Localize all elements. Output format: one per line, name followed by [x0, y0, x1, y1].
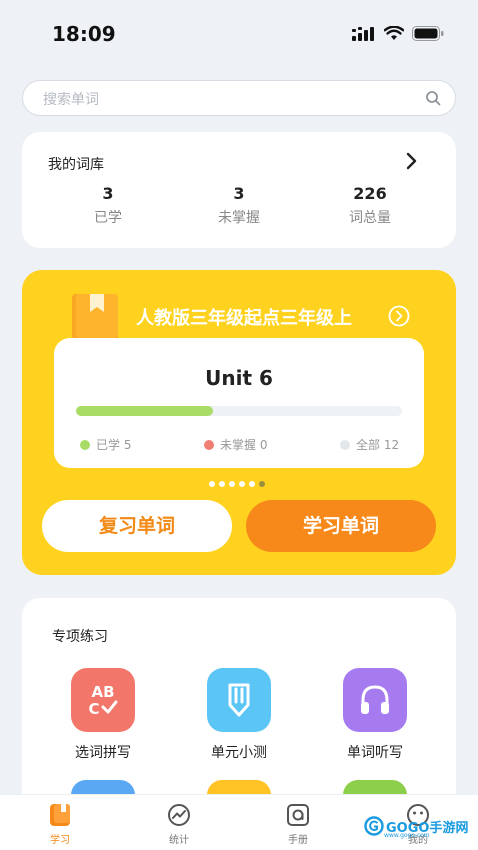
current-book-card: 人教版三年级起点三年级上 Unit 6 已学 5 未掌握 0 全部 12 复习单… — [22, 270, 456, 575]
watermark-subtext: www.gogo.com — [384, 832, 430, 839]
book-title[interactable]: 人教版三年级起点三年级上 — [136, 304, 352, 330]
chart-icon — [168, 804, 190, 826]
tab-stats[interactable]: 统计 — [149, 801, 209, 846]
legend-total: 全部 12 — [340, 436, 399, 453]
legend-learned: 已学 5 — [80, 436, 131, 453]
feature-dictation-label: 单词听写 — [347, 745, 403, 761]
feature-spelling[interactable]: AB C 选词拼写 — [48, 668, 158, 762]
library-title: 我的词库 — [48, 157, 104, 173]
book-icon — [50, 804, 70, 826]
watermark-icon — [364, 816, 384, 836]
learned-dot-icon — [80, 439, 90, 450]
review-words-button[interactable]: 复习单词 — [42, 500, 232, 552]
legend-unmastered-label: 未掌握 0 — [220, 438, 268, 452]
unit-progress-fill — [76, 406, 213, 416]
wifi-icon — [384, 26, 404, 40]
feature-unit-test-label: 单元小测 — [211, 745, 267, 761]
stat-learned-label: 已学 — [94, 210, 122, 226]
learn-words-button[interactable]: 学习单词 — [246, 500, 436, 552]
pager-dot[interactable] — [259, 481, 265, 487]
chevron-circle-right-icon[interactable] — [388, 305, 410, 327]
stat-learned-value: 3 — [102, 184, 114, 203]
tab-handbook-label: 手册 — [288, 835, 308, 846]
status-bar: 18:09 — [0, 0, 478, 70]
stat-unmastered-value: 3 — [233, 184, 245, 203]
stat-unmastered-label: 未掌握 — [218, 210, 260, 226]
pencil-icon[interactable] — [207, 668, 271, 732]
svg-text:C: C — [88, 700, 99, 718]
svg-text:AB: AB — [91, 683, 114, 701]
stat-total: 226 词总量 — [320, 184, 420, 227]
unmastered-dot-icon — [204, 439, 214, 450]
status-time: 18:09 — [52, 22, 116, 46]
chevron-right-icon[interactable] — [406, 152, 418, 170]
watermark-logo: GOGO手游网 www.gogo.com — [364, 816, 468, 839]
pager-dot[interactable] — [209, 481, 215, 487]
legend-learned-label: 已学 5 — [96, 438, 132, 452]
stat-unmastered: 3 未掌握 — [189, 184, 289, 227]
stat-total-value: 226 — [353, 184, 387, 203]
abc-check-icon[interactable]: AB C — [71, 668, 135, 732]
search-bar[interactable]: 搜索单词 — [22, 80, 456, 116]
unit-card[interactable]: Unit 6 已学 5 未掌握 0 全部 12 — [54, 338, 424, 468]
tab-handbook[interactable]: 手册 — [268, 801, 328, 846]
word-library-card[interactable]: 我的词库 3 已学 3 未掌握 226 词总量 — [22, 132, 456, 248]
book-cover-icon — [72, 294, 118, 342]
unit-progress-bar — [76, 406, 402, 416]
legend-unmastered: 未掌握 0 — [204, 436, 267, 453]
pager-dot[interactable] — [219, 481, 225, 487]
tab-study-label: 学习 — [50, 835, 70, 846]
tab-study[interactable]: 学习 — [30, 801, 90, 846]
signal-icon — [352, 26, 374, 41]
search-icon[interactable] — [425, 90, 441, 106]
handbook-icon — [287, 804, 309, 826]
tab-stats-label: 统计 — [169, 835, 189, 846]
pager-dot[interactable] — [249, 481, 255, 487]
stat-total-label: 词总量 — [349, 210, 391, 226]
practice-title: 专项练习 — [52, 629, 108, 645]
total-dot-icon — [340, 439, 350, 450]
headphones-icon[interactable] — [343, 668, 407, 732]
feature-unit-test[interactable]: 单元小测 — [184, 668, 294, 762]
unit-title: Unit 6 — [205, 366, 273, 390]
search-input[interactable]: 搜索单词 — [43, 89, 99, 109]
stat-learned: 3 已学 — [58, 184, 158, 227]
battery-icon — [412, 26, 444, 41]
feature-dictation[interactable]: 单词听写 — [320, 668, 430, 762]
carousel-pager[interactable] — [209, 481, 265, 487]
pager-dot[interactable] — [229, 481, 235, 487]
pager-dot[interactable] — [239, 481, 245, 487]
legend-total-label: 全部 12 — [356, 438, 400, 452]
feature-spelling-label: 选词拼写 — [75, 745, 131, 761]
status-icons — [352, 26, 444, 41]
